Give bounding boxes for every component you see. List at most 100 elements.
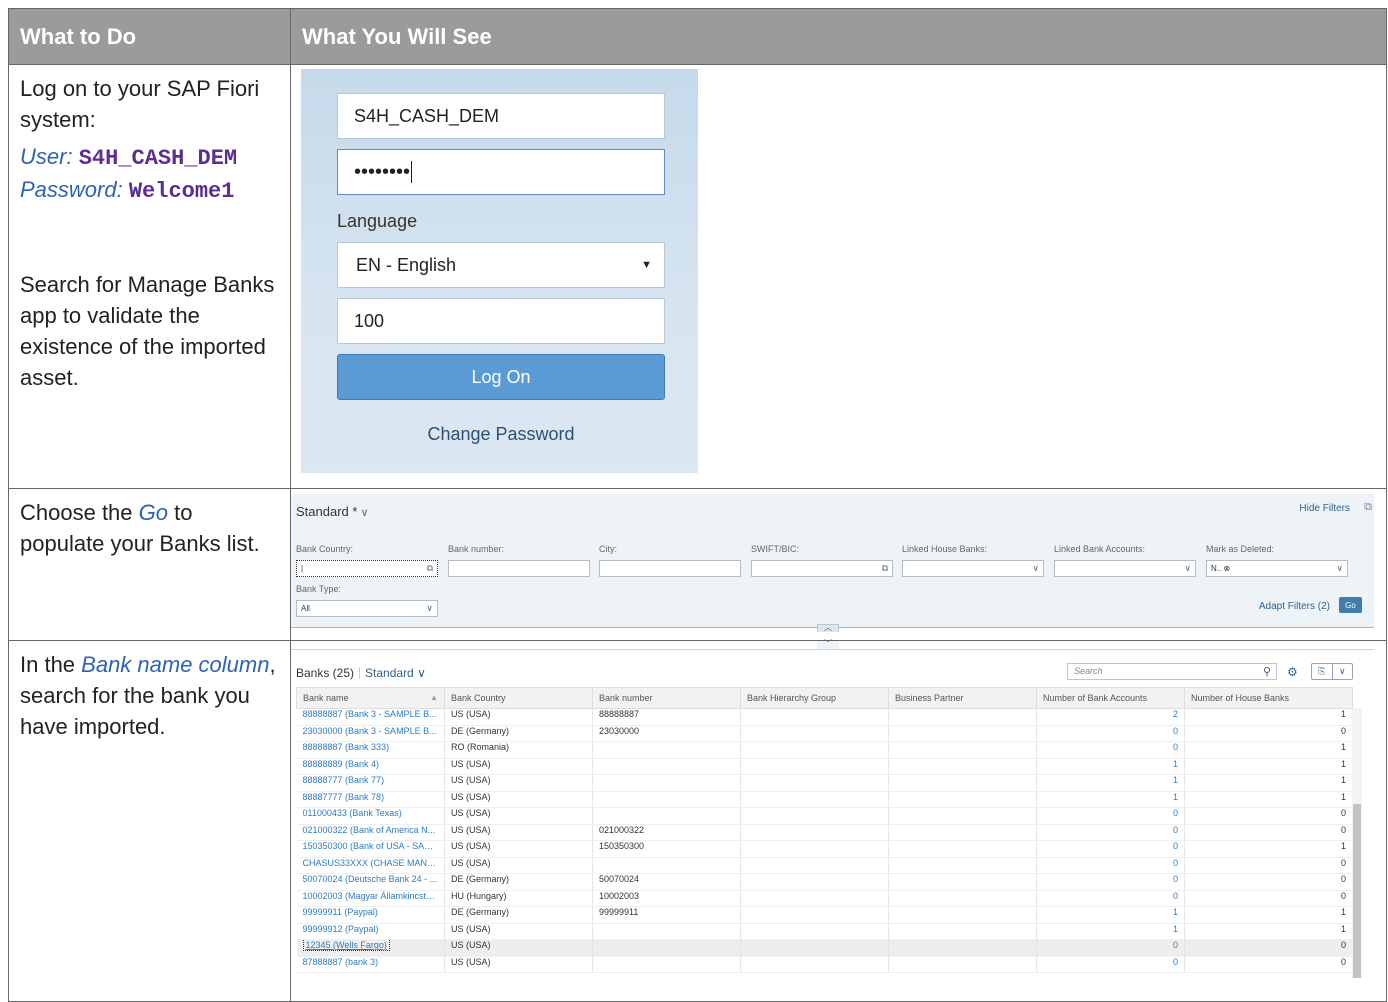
search-icon[interactable]: ⚲ xyxy=(1263,665,1271,678)
cell-bank-name[interactable]: 50070024 (Deutsche Bank 24 - ... xyxy=(296,873,445,891)
cell-bank-name[interactable]: 99999911 (Paypal) xyxy=(296,906,445,924)
table-variant-selector[interactable]: Standard ∨ xyxy=(365,666,426,680)
filter-bank-number: Bank number: xyxy=(448,544,590,577)
export-icon[interactable]: ⎘ xyxy=(1312,664,1332,679)
cell-number-of-bank-accounts[interactable]: 0 xyxy=(1036,840,1185,858)
cell-bank-name[interactable]: 88888889 (Bank 4) xyxy=(296,758,445,775)
cell-number-of-bank-accounts[interactable]: 0 xyxy=(1036,857,1185,874)
cell-bank-name[interactable]: 87888887 (bank 3) xyxy=(296,956,445,973)
cell-business-partner xyxy=(888,708,1037,726)
cell-bank-number xyxy=(592,939,741,957)
column-header-business-partner[interactable]: Business Partner xyxy=(888,687,1037,709)
cell-number-of-bank-accounts[interactable]: 0 xyxy=(1036,824,1185,841)
column-header-bank-name[interactable]: Bank name ▲ xyxy=(296,687,445,709)
table-row[interactable]: 88887777 (Bank 78) US (USA) 1 1 xyxy=(296,791,1353,808)
cell-bank-name[interactable]: 99999912 (Paypal) xyxy=(296,923,445,940)
hide-filters-button[interactable]: Hide Filters xyxy=(1299,503,1350,514)
value-help-icon[interactable]: ⧉ xyxy=(882,563,888,574)
log-on-button[interactable]: Log On xyxy=(337,354,665,400)
cell-bank-hierarchy-group xyxy=(740,824,889,841)
cell-number-of-bank-accounts[interactable]: 1 xyxy=(1036,774,1185,792)
cell-bank-name[interactable]: 150350300 (Bank of USA - SAM... xyxy=(296,840,445,858)
banks-toolbar-title: Banks (25) Standard ∨ xyxy=(296,666,426,680)
table-row[interactable]: 10002003 (Magyar Államkincstá... HU (Hung… xyxy=(296,890,1353,907)
column-header-bank-hierarchy-group[interactable]: Bank Hierarchy Group xyxy=(740,687,889,709)
cell-bank-name[interactable]: CHASUS33XXX (CHASE MANH... xyxy=(296,857,445,874)
city-input[interactable] xyxy=(599,560,741,577)
table-scrollbar[interactable] xyxy=(1352,708,1362,978)
column-header-number-of-bank-accounts[interactable]: Number of Bank Accounts xyxy=(1036,687,1185,709)
value-help-icon[interactable]: ⧉ xyxy=(427,563,433,574)
cell-number-of-bank-accounts[interactable]: 0 xyxy=(1036,741,1185,759)
swift-bic-input[interactable]: ⧉ xyxy=(751,560,893,577)
cell-bank-name[interactable]: 10002003 (Magyar Államkincstá... xyxy=(296,890,445,907)
variant-selector[interactable]: Standard * ∨ xyxy=(296,504,369,519)
table-row[interactable]: CHASUS33XXX (CHASE MANH... US (USA) 0 0 xyxy=(296,857,1353,874)
expand-header-icon[interactable]: ﹀ xyxy=(817,640,839,649)
cell-number-of-bank-accounts[interactable]: 2 xyxy=(1036,708,1185,726)
table-row[interactable]: 88888887 (Bank 3 - SAMPLE B... US (USA) 88… xyxy=(296,708,1353,726)
table-row[interactable]: 50070024 (Deutsche Bank 24 - ... DE (Germ… xyxy=(296,873,1353,891)
table-row[interactable]: 87888887 (bank 3) US (USA) 0 0 xyxy=(296,956,1353,973)
cell-bank-name[interactable]: 88888777 (Bank 77) xyxy=(296,774,445,792)
mark-as-deleted-select[interactable]: N.. ⊗ ∨ xyxy=(1206,560,1348,577)
cell-bank-name[interactable]: 88887777 (Bank 78) xyxy=(296,791,445,808)
cell-number-of-bank-accounts[interactable]: 0 xyxy=(1036,890,1185,907)
cell-bank-name[interactable]: 88888887 (Bank 333) xyxy=(296,741,445,759)
collapse-header-icon[interactable]: ︿ xyxy=(817,624,839,632)
language-label: Language xyxy=(337,211,418,231)
cell-business-partner xyxy=(888,906,1037,924)
bank-country-input[interactable]: | ⧉ xyxy=(296,560,438,577)
change-password-link[interactable]: Change Password xyxy=(337,424,665,445)
cell-bank-name[interactable]: 88888887 (Bank 3 - SAMPLE B... xyxy=(296,708,445,726)
table-row[interactable]: 99999912 (Paypal) US (USA) 1 1 xyxy=(296,923,1353,940)
export-button[interactable]: ⎘ ∨ xyxy=(1311,663,1353,680)
language-select[interactable]: EN - English ▼ xyxy=(337,242,665,288)
bank-type-select[interactable]: All ∨ xyxy=(296,600,438,617)
user-input[interactable]: S4H_CASH_DEM xyxy=(337,93,665,139)
table-row[interactable]: 88888887 (Bank 333) RO (Romania) 0 1 xyxy=(296,741,1353,759)
variant-label: Standard * xyxy=(296,504,358,519)
password-input[interactable]: •••••••• xyxy=(337,149,665,195)
column-header-bank-country[interactable]: Bank Country xyxy=(444,687,593,709)
cell-number-of-bank-accounts[interactable]: 1 xyxy=(1036,906,1185,924)
cell-number-of-bank-accounts[interactable]: 0 xyxy=(1036,725,1185,742)
go-button[interactable]: Go xyxy=(1339,597,1362,613)
scrollbar-thumb[interactable] xyxy=(1353,804,1361,978)
adapt-filters-button[interactable]: Adapt Filters (2) xyxy=(1259,601,1330,612)
share-icon[interactable]: ⧉ xyxy=(1364,501,1372,514)
cell-bank-name[interactable]: 12345 (Wells Fargo) xyxy=(296,939,445,957)
table-row[interactable]: 150350300 (Bank of USA - SAM... US (USA) 1… xyxy=(296,840,1353,858)
password-value: Welcome1 xyxy=(128,179,235,204)
table-row[interactable]: 12345 (Wells Fargo) US (USA) 0 0 xyxy=(296,939,1353,957)
cell-number-of-bank-accounts[interactable]: 0 xyxy=(1036,939,1185,957)
cell-bank-name[interactable]: 23030000 (Bank 3 - SAMPLE B... xyxy=(296,725,445,742)
filter-label: Bank Country: xyxy=(296,544,354,554)
chevron-down-icon: ∨ xyxy=(360,507,369,519)
cell-number-of-bank-accounts[interactable]: 1 xyxy=(1036,791,1185,808)
cell-bank-name[interactable]: 021000322 (Bank of America N... xyxy=(296,824,445,841)
cell-number-of-bank-accounts[interactable]: 1 xyxy=(1036,923,1185,940)
column-header-number-of-house-banks[interactable]: Number of House Banks xyxy=(1184,687,1353,709)
table-row[interactable]: 99999911 (Paypal) DE (Germany) 99999911 1 1 xyxy=(296,906,1353,924)
gear-icon[interactable]: ⚙ xyxy=(1287,665,1298,679)
cell-number-of-bank-accounts[interactable]: 0 xyxy=(1036,807,1185,825)
column-header-bank-number[interactable]: Bank number xyxy=(592,687,741,709)
cell-number-of-bank-accounts[interactable]: 1 xyxy=(1036,758,1185,775)
table-row[interactable]: 88888889 (Bank 4) US (USA) 1 1 xyxy=(296,758,1353,775)
focused-bank-link[interactable]: 12345 (Wells Fargo) xyxy=(302,939,390,951)
cell-number-of-bank-accounts[interactable]: 0 xyxy=(1036,873,1185,891)
table-row[interactable]: 88888777 (Bank 77) US (USA) 1 1 xyxy=(296,774,1353,792)
linked-house-banks-select[interactable]: ∨ xyxy=(902,560,1044,577)
table-row[interactable]: 021000322 (Bank of America N... US (USA) 0… xyxy=(296,824,1353,841)
cell-number-of-bank-accounts[interactable]: 0 xyxy=(1036,956,1185,973)
banks-search-input[interactable]: Search ⚲ xyxy=(1067,663,1277,680)
cell-bank-hierarchy-group xyxy=(740,774,889,792)
linked-bank-accounts-select[interactable]: ∨ xyxy=(1054,560,1196,577)
client-input[interactable]: 100 xyxy=(337,298,665,344)
cell-bank-name[interactable]: 011000433 (Bank Texas) xyxy=(296,807,445,825)
table-row[interactable]: 23030000 (Bank 3 - SAMPLE B... DE (German… xyxy=(296,725,1353,742)
bank-number-input[interactable] xyxy=(448,560,590,577)
table-row[interactable]: 011000433 (Bank Texas) US (USA) 0 0 xyxy=(296,807,1353,825)
chevron-down-icon[interactable]: ∨ xyxy=(1331,664,1353,679)
